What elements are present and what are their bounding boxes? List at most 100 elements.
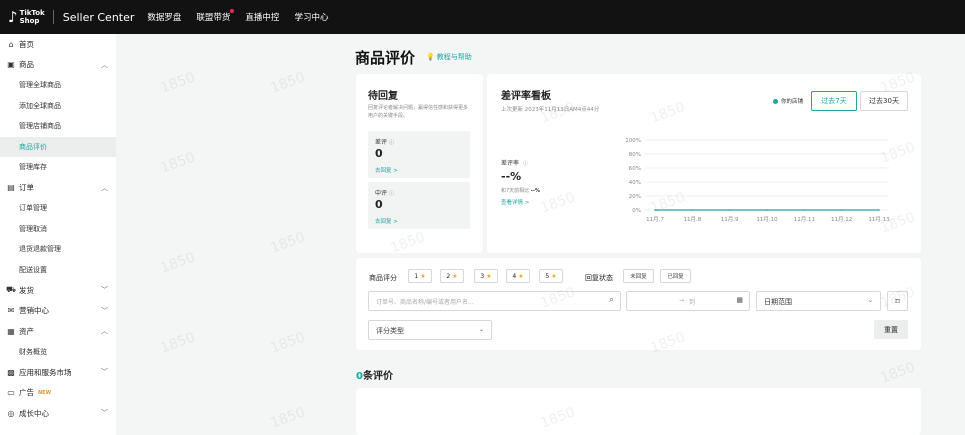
- sidebar-item-label: 添加全球商品: [19, 101, 61, 110]
- chevron-up-icon[interactable]: ︿: [101, 326, 108, 336]
- y-tick-label: 80%: [629, 152, 641, 158]
- sidebar-item-label: 资产: [19, 326, 34, 336]
- notification-dot: [230, 9, 235, 13]
- marketing-icon: ✉: [7, 306, 15, 316]
- sidebar-item-label: 应用和服务市场: [19, 367, 72, 377]
- date-range-select[interactable]: 日期范围 ⌄: [756, 291, 881, 311]
- rating-chip-4[interactable]: 4 ★: [506, 269, 530, 283]
- logo-divider: [52, 10, 54, 24]
- sidebar-item-label: 配送设置: [19, 265, 47, 274]
- sidebar-item-9[interactable]: 管理取消: [0, 219, 116, 240]
- sidebar-item-3[interactable]: 添加全球商品: [0, 96, 116, 117]
- data-point[interactable]: [803, 209, 806, 211]
- sidebar-item-10[interactable]: 退货退款管理: [0, 239, 116, 260]
- help-circle-icon[interactable]: ⓘ: [389, 140, 394, 146]
- search-icon[interactable]: ⌕: [609, 295, 614, 305]
- assets-icon: ▦: [7, 326, 15, 336]
- sidebar-item-label: 退货退款管理: [19, 245, 61, 254]
- pending-reply-card: 待回复 回复评论者解决问题，赢得信任感和获得更多用户的关键手段。 差评 ⓘ 0 去…: [356, 74, 483, 253]
- data-point[interactable]: [654, 209, 656, 211]
- data-point[interactable]: [878, 209, 880, 211]
- sidebar-item-8[interactable]: 订单管理: [0, 198, 116, 219]
- top-nav-affiliate[interactable]: 联盟带货: [196, 9, 235, 23]
- sidebar-item-label: 商品评价: [19, 142, 47, 151]
- neutral-review-stat: 中评 ⓘ 0 去回复 >: [368, 182, 470, 229]
- sidebar-item-6[interactable]: 管理库存: [0, 157, 116, 178]
- watermark-text: 1850: [268, 69, 308, 97]
- star-icon: ★: [420, 272, 426, 280]
- calendar-icon[interactable]: ▦: [736, 296, 743, 304]
- rating-chip-5[interactable]: 5 ★: [539, 269, 563, 283]
- sidebar-item-label: 财务概览: [19, 347, 47, 356]
- bookmark-button[interactable]: ⌑: [887, 291, 908, 311]
- rating-chip-value: 5: [545, 272, 550, 280]
- reply-chip-unreplied[interactable]: 未回复: [623, 269, 654, 283]
- rating-chip-3[interactable]: 3 ★: [474, 269, 498, 283]
- negative-reply-link[interactable]: 去回复 >: [375, 166, 398, 174]
- sidebar-item-1[interactable]: ▣ 商品 ︿: [0, 55, 116, 76]
- top-nav-compass[interactable]: 数据罗盘: [147, 11, 181, 23]
- sidebar-item-label: 订单管理: [19, 204, 47, 213]
- search-input[interactable]: 订单号、商品名称/编号或者用户名... ⌕: [368, 291, 621, 311]
- sidebar-item-2[interactable]: 管理全球商品: [0, 75, 116, 96]
- sidebar-item-17[interactable]: ▭ 广告 NEW: [0, 383, 116, 404]
- top-nav: 数据罗盘 联盟带货 直播中控 学习中心: [147, 9, 343, 23]
- metric-label: 差评率: [501, 160, 520, 167]
- sidebar-item-label: 成长中心: [19, 408, 49, 418]
- top-nav-live[interactable]: 直播中控: [245, 11, 279, 23]
- sidebar-item-0[interactable]: ⌂ 首页: [0, 34, 116, 55]
- sidebar-item-18[interactable]: ◎ 成长中心 ﹀: [0, 403, 116, 424]
- chevron-down-icon[interactable]: ﹀: [101, 306, 108, 316]
- view-details-link[interactable]: 查看详情 >: [501, 198, 529, 206]
- sidebar-item-13[interactable]: ✉ 营销中心 ﹀: [0, 301, 116, 322]
- chevron-down-icon[interactable]: ﹀: [101, 408, 108, 418]
- star-icon: ★: [452, 272, 458, 280]
- chevron-down-icon[interactable]: ﹀: [101, 367, 108, 377]
- neutral-reply-link[interactable]: 去回复 >: [375, 217, 398, 225]
- rating-chip-value: 1: [414, 272, 419, 280]
- tiktok-shop-logo[interactable]: ♪ TikTok Shop: [8, 9, 45, 25]
- x-tick-label: 11月.7: [646, 216, 664, 223]
- sidebar-item-11[interactable]: 配送设置: [0, 260, 116, 281]
- sidebar-item-15[interactable]: 财务概览: [0, 342, 116, 363]
- sidebar-item-16[interactable]: ▩ 应用和服务市场 ﹀: [0, 362, 116, 383]
- last-updated: 上次更新 2023年11月13日AM4点44分: [501, 107, 600, 113]
- sidebar-item-5[interactable]: 商品评价: [0, 136, 116, 157]
- help-circle-icon[interactable]: ⓘ: [523, 161, 528, 167]
- date-end-placeholder: 到: [689, 299, 696, 306]
- reset-button[interactable]: 重置: [874, 320, 908, 339]
- range-30-days-button[interactable]: 过去30天: [860, 91, 908, 111]
- range-7-days-button[interactable]: 过去7天: [811, 91, 857, 111]
- help-link[interactable]: 💡 教程与帮助: [426, 52, 472, 62]
- filter-panel: 商品评分 1 ★ 2 ★ 3 ★ 4 ★ 5 ★ 回复状态 未回复 已回复 订单号、商品名…: [356, 258, 921, 350]
- rating-chip-2[interactable]: 2 ★: [440, 269, 464, 283]
- negative-review-label: 差评: [375, 139, 388, 146]
- apps-icon: ▩: [7, 367, 15, 377]
- negative-rate-chart: 0% 20% 40% 60% 80% 100% 11月.7 11月.8 11月.9 11月.10 1…: [625, 138, 890, 223]
- top-nav-learning[interactable]: 学习中心: [294, 11, 328, 23]
- data-point[interactable]: [691, 209, 694, 211]
- data-point[interactable]: [766, 209, 768, 211]
- sidebar-item-14[interactable]: ▦ 资产 ︿: [0, 321, 116, 342]
- negative-rate-board: 差评率看板 上次更新 2023年11月13日AM4点44分 你的店铺 过去7天 …: [487, 74, 921, 253]
- help-circle-icon[interactable]: ⓘ: [389, 191, 394, 197]
- negative-review-count: 0: [375, 147, 383, 160]
- sidebar-item-label: 管理店铺商品: [19, 122, 61, 131]
- x-tick-label: 11月.10: [756, 216, 778, 223]
- rating-chip-1[interactable]: 1 ★: [408, 269, 432, 283]
- top-nav-affiliate-label: 联盟带货: [196, 13, 231, 23]
- sidebar-item-7[interactable]: ▤ 订单 ︿: [0, 178, 116, 199]
- chevron-up-icon[interactable]: ︿: [101, 183, 108, 193]
- sidebar-item-12[interactable]: ⛟ 发货 ﹀: [0, 280, 116, 301]
- sidebar-item-4[interactable]: 管理店铺商品: [0, 116, 116, 137]
- date-range-picker[interactable]: → 到 ▦: [626, 291, 750, 311]
- reply-chip-replied[interactable]: 已回复: [660, 269, 691, 283]
- rating-type-select[interactable]: 评分类型 ⌄: [368, 320, 492, 340]
- sidebar-item-label: 首页: [19, 39, 34, 49]
- chevron-down-icon[interactable]: ﹀: [101, 285, 108, 295]
- x-tick-label: 11月.13: [868, 216, 890, 223]
- chevron-up-icon[interactable]: ︿: [101, 60, 108, 70]
- data-point[interactable]: [840, 209, 843, 211]
- shipping-icon: ⛟: [6, 285, 17, 295]
- data-point[interactable]: [728, 209, 731, 211]
